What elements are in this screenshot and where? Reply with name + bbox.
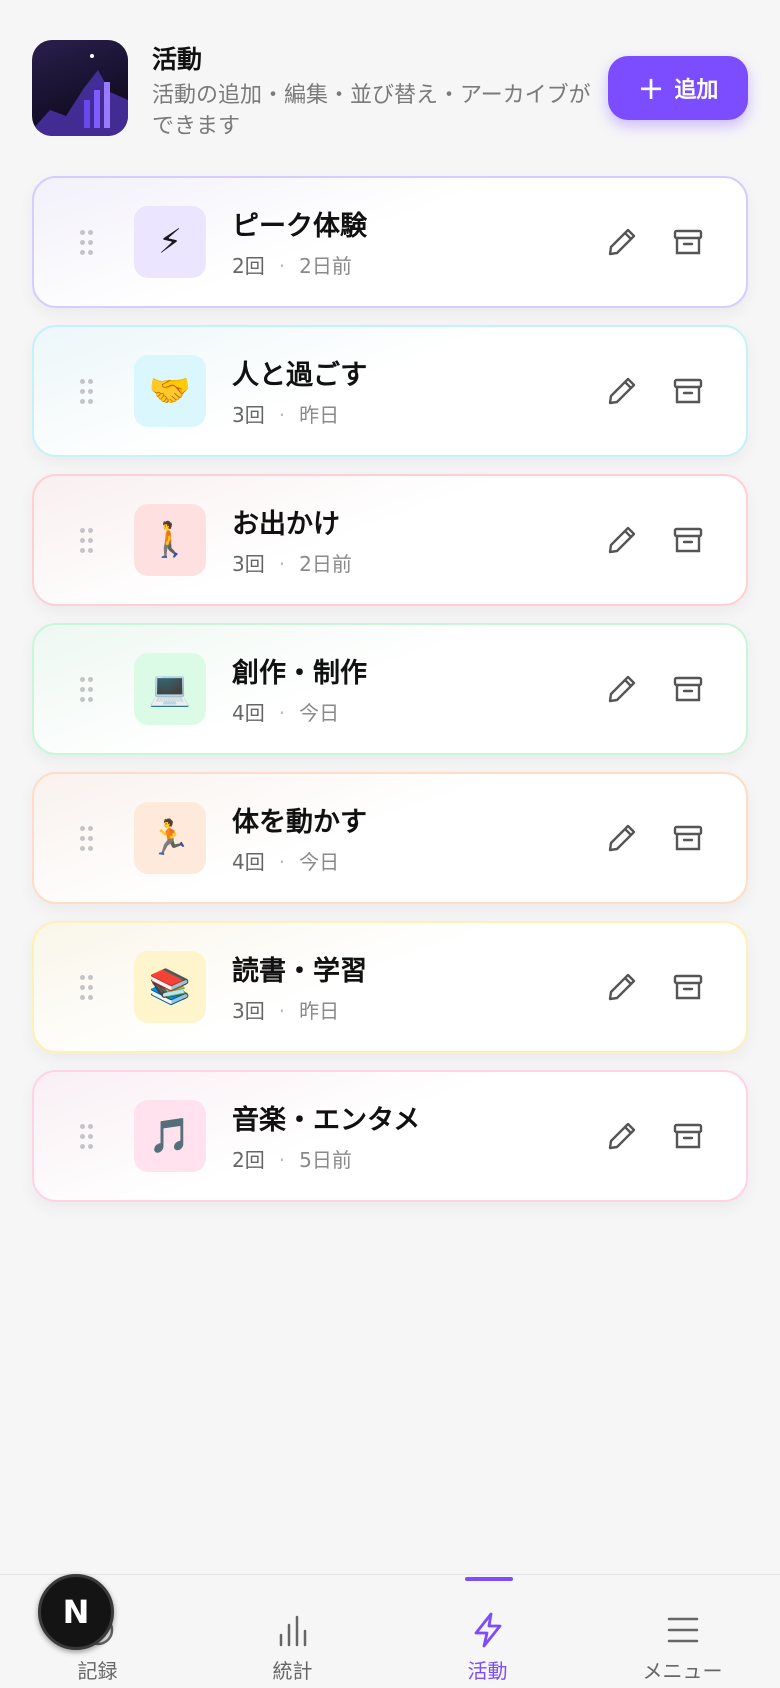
edit-pencil-icon[interactable] xyxy=(604,373,640,409)
activity-icon: 🚶 xyxy=(134,504,206,576)
bar-chart-icon xyxy=(279,1615,307,1647)
drag-handle-icon[interactable] xyxy=(80,677,94,703)
meta-separator: · xyxy=(278,999,286,1023)
meta-separator: · xyxy=(278,254,286,278)
activity-last-date: 5日前 xyxy=(299,1148,352,1172)
activity-meta: 2回 · 2日前 xyxy=(232,250,352,279)
activity-count: 2回 xyxy=(232,254,265,278)
drag-handle-icon[interactable] xyxy=(80,975,94,1001)
nav-item-stats[interactable]: 統計 xyxy=(195,1575,390,1688)
activity-icon: ⚡ xyxy=(134,206,206,278)
activity-list: ⚡ ピーク体験 2回 · 2日前 🤝 人と過ごす 3回 · 昨日 🚶 お出かけ 3回 · 2日前 💻 創作・制作… xyxy=(32,176,748,1219)
page-title: 活動 xyxy=(152,45,203,74)
activity-name: 読書・学習 xyxy=(232,956,367,987)
activity-name: 人と過ごす xyxy=(232,360,368,391)
nav-label-record: 記録 xyxy=(77,1659,118,1683)
activity-last-date: 昨日 xyxy=(299,403,340,427)
activity-name: ピーク体験 xyxy=(232,211,367,242)
activity-meta: 4回 · 今日 xyxy=(232,697,339,726)
activity-last-date: 2日前 xyxy=(299,552,352,576)
page-subtitle: 活動の追加・編集・並び替え・アーカイブができます xyxy=(152,83,591,139)
activity-meta: 4回 · 今日 xyxy=(232,846,339,875)
activity-card[interactable]: 💻 創作・制作 4回 · 今日 xyxy=(32,623,748,755)
activity-meta: 3回 · 2日前 xyxy=(232,548,352,577)
drag-handle-icon[interactable] xyxy=(80,230,94,256)
activity-icon: 💻 xyxy=(134,653,206,725)
activity-card[interactable]: 🏃 体を動かす 4回 · 今日 xyxy=(32,772,748,904)
plus-icon: + xyxy=(637,69,665,107)
activity-meta: 2回 · 5日前 xyxy=(232,1144,352,1173)
edit-pencil-icon[interactable] xyxy=(604,969,640,1005)
archive-box-icon[interactable] xyxy=(670,671,706,707)
activity-count: 3回 xyxy=(232,403,265,427)
archive-box-icon[interactable] xyxy=(670,522,706,558)
activity-name: 体を動かす xyxy=(232,807,367,838)
nav-label-menu: メニュー xyxy=(642,1659,723,1683)
activity-card[interactable]: 📚 読書・学習 3回 · 昨日 xyxy=(32,921,748,1053)
dev-tools-badge[interactable]: N xyxy=(38,1574,114,1650)
activity-last-date: 今日 xyxy=(299,701,340,725)
archive-box-icon[interactable] xyxy=(670,820,706,856)
archive-box-icon[interactable] xyxy=(670,373,706,409)
activity-meta: 3回 · 昨日 xyxy=(232,995,339,1024)
activity-last-date: 昨日 xyxy=(299,999,340,1023)
activity-last-date: 今日 xyxy=(299,850,340,874)
nav-label-activities: 活動 xyxy=(467,1659,508,1683)
archive-box-icon[interactable] xyxy=(670,1118,706,1154)
activity-icon: 🎵 xyxy=(134,1100,206,1172)
archive-box-icon[interactable] xyxy=(670,969,706,1005)
nav-item-menu[interactable]: メニュー xyxy=(585,1575,780,1688)
meta-separator: · xyxy=(278,403,286,427)
app-logo xyxy=(32,40,128,136)
lightning-icon xyxy=(474,1612,502,1648)
meta-separator: · xyxy=(278,850,286,874)
activity-count: 4回 xyxy=(232,850,265,874)
activity-meta: 3回 · 昨日 xyxy=(232,399,339,428)
nav-label-stats: 統計 xyxy=(272,1659,313,1683)
activity-name: 音楽・エンタメ xyxy=(232,1105,421,1136)
edit-pencil-icon[interactable] xyxy=(604,1118,640,1154)
activity-card[interactable]: 🤝 人と過ごす 3回 · 昨日 xyxy=(32,325,748,457)
drag-handle-icon[interactable] xyxy=(80,826,94,852)
meta-separator: · xyxy=(278,1148,286,1172)
add-activity-button[interactable]: + 追加 xyxy=(608,56,748,120)
bottom-nav: 記録 統計 活動 メニュー xyxy=(0,1574,780,1688)
activity-icon: 📚 xyxy=(134,951,206,1023)
activity-name: お出かけ xyxy=(232,509,340,540)
activity-card[interactable]: 🚶 お出かけ 3回 · 2日前 xyxy=(32,474,748,606)
activity-count: 3回 xyxy=(232,999,265,1023)
drag-handle-icon[interactable] xyxy=(80,528,94,554)
archive-box-icon[interactable] xyxy=(670,224,706,260)
meta-separator: · xyxy=(278,701,286,725)
activity-icon: 🏃 xyxy=(134,802,206,874)
edit-pencil-icon[interactable] xyxy=(604,522,640,558)
hamburger-menu-icon xyxy=(667,1617,699,1643)
activity-card[interactable]: ⚡ ピーク体験 2回 · 2日前 xyxy=(32,176,748,308)
drag-handle-icon[interactable] xyxy=(80,379,94,405)
activity-count: 4回 xyxy=(232,701,265,725)
activity-last-date: 2日前 xyxy=(299,254,352,278)
edit-pencil-icon[interactable] xyxy=(604,671,640,707)
edit-pencil-icon[interactable] xyxy=(604,224,640,260)
activity-count: 2回 xyxy=(232,1148,265,1172)
nav-item-activities[interactable]: 活動 xyxy=(390,1575,585,1688)
activity-card[interactable]: 🎵 音楽・エンタメ 2回 · 5日前 xyxy=(32,1070,748,1202)
page-header: 活動 活動の追加・編集・並び替え・アーカイブができます + 追加 xyxy=(32,40,748,144)
activity-icon: 🤝 xyxy=(134,355,206,427)
activity-name: 創作・制作 xyxy=(232,658,367,689)
activity-count: 3回 xyxy=(232,552,265,576)
meta-separator: · xyxy=(278,552,286,576)
edit-pencil-icon[interactable] xyxy=(604,820,640,856)
drag-handle-icon[interactable] xyxy=(80,1124,94,1150)
add-button-label: 追加 xyxy=(674,78,719,103)
